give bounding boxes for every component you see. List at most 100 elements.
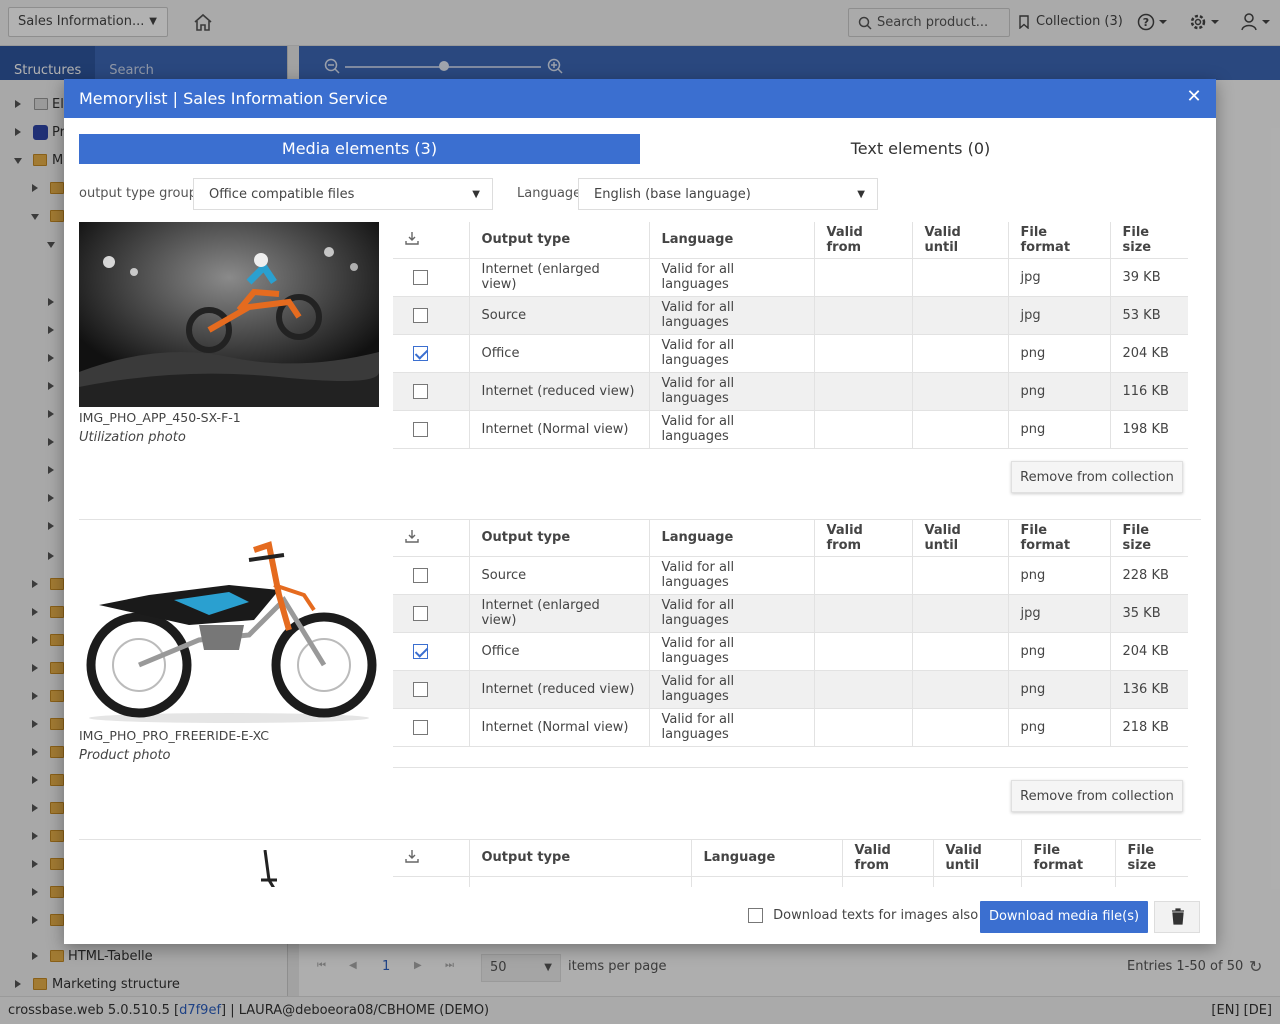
table-row: Internet (Normal view) Valid for all lan… <box>393 410 1188 449</box>
language-cell: Valid for all languages <box>649 372 815 411</box>
media-thumbnail[interactable] <box>79 222 379 407</box>
file-size-cell: 116 KB <box>1110 372 1188 411</box>
element-tabs: Media elements (3) Text elements (0) <box>79 134 1201 164</box>
trash-icon <box>1172 908 1184 925</box>
valid-until-cell <box>912 334 1009 373</box>
select-cell <box>393 708 470 747</box>
valid-until-cell <box>912 258 1009 297</box>
dialog-header: Memorylist | Sales Information Service ✕ <box>64 79 1216 118</box>
valid-from-cell <box>814 708 913 747</box>
download-texts-checkbox[interactable] <box>748 908 763 923</box>
download-texts-option[interactable]: Download texts for images also <box>748 908 978 923</box>
language-cell: Valid for all languages <box>649 334 815 373</box>
select-cell <box>393 372 470 411</box>
output-type-group-select[interactable]: Office compatible files ▼ <box>193 178 493 210</box>
select-checkbox[interactable] <box>413 269 428 285</box>
media-thumbnail[interactable] <box>79 850 379 887</box>
output-type-group-label: output type group <box>79 186 197 201</box>
output-type-cell: Internet (enlarged view) <box>469 258 650 297</box>
table-row: Source Valid for all languages jpg 53 KB <box>393 296 1188 335</box>
language-value: English (base language) <box>594 187 751 202</box>
media-thumbnail[interactable] <box>79 540 379 725</box>
select-checkbox[interactable] <box>413 605 428 621</box>
download-media-button[interactable]: Download media file(s) <box>980 901 1148 933</box>
select-cell <box>393 556 470 595</box>
valid-from-cell <box>814 594 913 633</box>
select-checkbox[interactable] <box>413 383 428 399</box>
table-row: Internet (Normal view) Valid for all lan… <box>393 708 1188 747</box>
tab-text-elements[interactable]: Text elements (0) <box>640 134 1201 164</box>
valid-from-cell <box>814 670 913 709</box>
output-table: Output type Language Valid from Valid un… <box>393 520 1188 747</box>
file-format-cell: png <box>1008 556 1111 595</box>
valid-until-cell <box>912 632 1009 671</box>
table-row: Office Valid for all languages png 204 K… <box>393 334 1188 373</box>
column-header: Valid from <box>842 840 934 877</box>
valid-until-cell <box>912 594 1009 633</box>
download-column-header <box>393 222 470 259</box>
media-list[interactable]: IMG_PHO_APP_450-SX-F-1 Utilization photo… <box>79 222 1201 887</box>
output-type-cell: Internet (Normal view) <box>469 410 650 449</box>
table-divider <box>393 767 1188 768</box>
file-size-cell: 204 KB <box>1110 632 1188 671</box>
valid-until-cell <box>912 372 1009 411</box>
file-size-cell: 204 KB <box>1110 334 1188 373</box>
select-cell <box>393 632 470 671</box>
language-cell: Valid for all languages <box>649 670 815 709</box>
file-format-cell: png <box>1008 334 1111 373</box>
column-header: File format <box>1008 222 1111 259</box>
language-select[interactable]: English (base language) ▼ <box>578 178 878 210</box>
language-cell: Valid for all languages <box>649 258 815 297</box>
select-checkbox[interactable] <box>413 345 428 361</box>
media-id: IMG_PHO_PRO_FREERIDE-E-XC <box>79 728 269 743</box>
media-item: Output type Language Valid from Valid un… <box>79 840 1201 887</box>
column-header: Output type <box>469 520 650 557</box>
media-item: IMG_PHO_PRO_FREERIDE-E-XC Product photo … <box>79 520 1201 840</box>
download-column-header <box>393 520 470 557</box>
table-row: Source Valid for all languages png 228 K… <box>393 556 1188 595</box>
remove-from-collection-button[interactable]: Remove from collection <box>1011 780 1183 812</box>
remove-from-collection-button[interactable]: Remove from collection <box>1011 461 1183 493</box>
download-texts-label: Download texts for images also <box>773 908 979 923</box>
file-size-cell: 198 KB <box>1110 410 1188 449</box>
output-type-cell: Internet (reduced view) <box>469 372 650 411</box>
select-cell <box>393 670 470 709</box>
language-label: Language <box>517 186 582 201</box>
file-size-cell: 53 KB <box>1110 296 1188 335</box>
select-cell <box>393 334 470 373</box>
column-header: Language <box>649 222 815 259</box>
output-type-cell: Office <box>469 632 650 671</box>
file-format-cell: jpg <box>1008 296 1111 335</box>
language-cell: Valid for all languages <box>649 410 815 449</box>
select-cell <box>393 594 470 633</box>
select-checkbox[interactable] <box>413 567 428 583</box>
file-format-cell: png <box>1008 632 1111 671</box>
media-id: IMG_PHO_APP_450-SX-F-1 <box>79 410 241 425</box>
table-row: Office Valid for all languages png 204 K… <box>393 632 1188 671</box>
close-icon[interactable]: ✕ <box>1184 87 1204 107</box>
valid-from-cell <box>814 410 913 449</box>
table-row: Internet (reduced view) Valid for all la… <box>393 670 1188 709</box>
file-size-cell: 218 KB <box>1110 708 1188 747</box>
file-size-cell: 39 KB <box>1110 258 1188 297</box>
select-checkbox[interactable] <box>413 421 428 437</box>
delete-button[interactable] <box>1154 901 1200 933</box>
select-checkbox[interactable] <box>413 719 428 735</box>
output-type-cell: Internet (Normal view) <box>469 708 650 747</box>
valid-until-cell <box>912 708 1009 747</box>
tab-media-elements[interactable]: Media elements (3) <box>79 134 640 164</box>
language-cell: Valid for all languages <box>649 296 815 335</box>
select-checkbox[interactable] <box>413 307 428 323</box>
select-cell <box>393 258 470 297</box>
valid-until-cell <box>912 410 1009 449</box>
file-format-cell: png <box>1008 410 1111 449</box>
file-size-cell: 136 KB <box>1110 670 1188 709</box>
column-header: Language <box>649 520 815 557</box>
filter-bar: output type group Office compatible file… <box>79 178 1201 210</box>
table-row: Internet (enlarged view) Valid for all l… <box>393 258 1188 297</box>
language-cell: Valid for all languages <box>649 556 815 595</box>
select-checkbox[interactable] <box>413 681 428 697</box>
select-checkbox[interactable] <box>413 643 428 659</box>
download-column-header <box>393 840 470 877</box>
valid-from-cell <box>814 258 913 297</box>
